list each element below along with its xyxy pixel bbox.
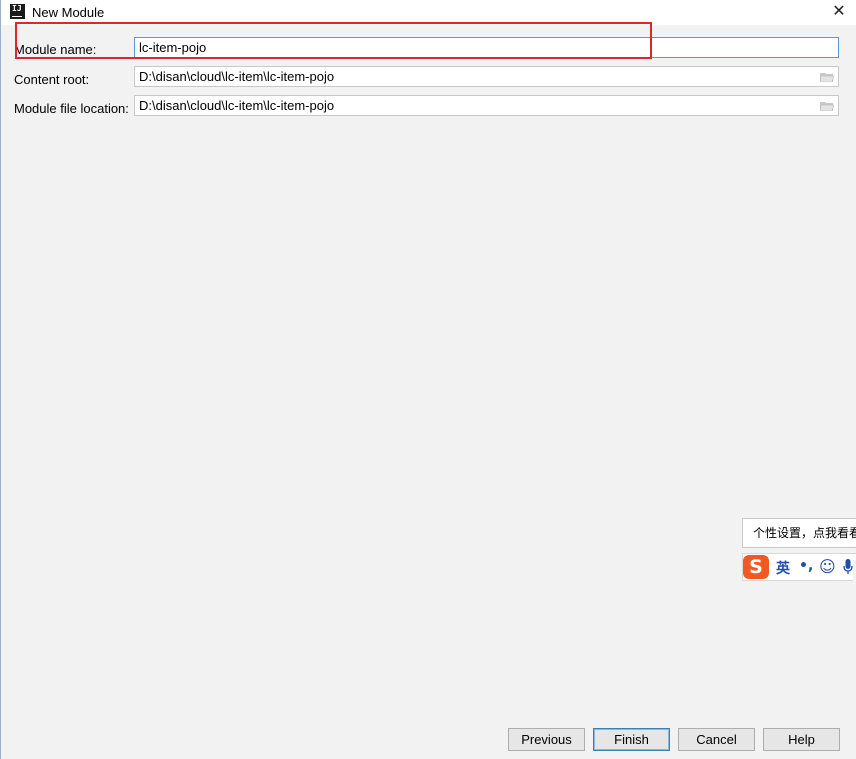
ime-language-toggle[interactable]: 英 [776,558,790,578]
ime-toolbar[interactable]: S 英 •, ☺ [742,553,856,581]
previous-button[interactable]: Previous [508,728,585,751]
module-file-location-label: Module file location: [14,101,129,116]
help-button[interactable]: Help [763,728,840,751]
ime-emoji-icon[interactable]: ☺ [819,557,836,576]
ime-tooltip[interactable]: 个性设置，点我看看 [742,518,856,548]
cancel-button[interactable]: Cancel [678,728,755,751]
intellij-app-icon: IJ [10,4,25,19]
ime-microphone-icon[interactable] [843,559,853,575]
module-file-location-field[interactable]: D:\disan\cloud\lc-item\lc-item-pojo [134,95,839,116]
content-root-field[interactable]: D:\disan\cloud\lc-item\lc-item-pojo [134,66,839,87]
module-name-input[interactable] [134,37,839,58]
sogou-logo-icon[interactable]: S [743,555,769,579]
title-bar: IJ New Module ✕ [1,0,856,25]
browse-folder-icon[interactable] [820,72,834,82]
window-title: New Module [32,5,105,20]
browse-folder-icon[interactable] [820,101,834,111]
close-icon[interactable]: ✕ [827,1,851,23]
new-module-dialog: IJ New Module ✕ Module name: Content roo… [0,0,856,759]
content-root-label: Content root: [14,72,90,87]
ime-punctuation-toggle[interactable]: •, [799,558,813,574]
finish-button[interactable]: Finish [593,728,670,751]
module-name-label: Module name: [14,42,97,57]
content-root-value: D:\disan\cloud\lc-item\lc-item-pojo [139,69,335,84]
module-file-location-value: D:\disan\cloud\lc-item\lc-item-pojo [139,98,335,113]
